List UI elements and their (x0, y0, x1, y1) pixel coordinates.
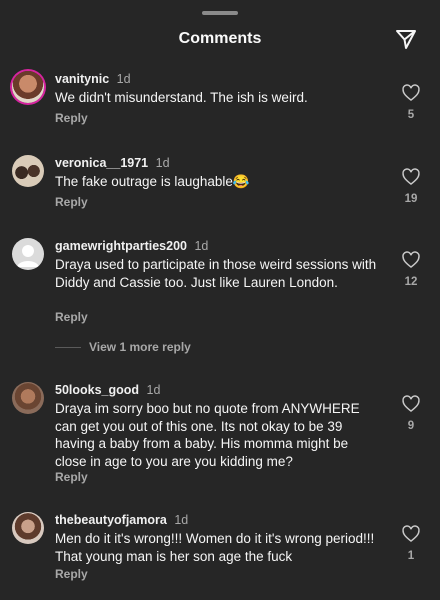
view-more-replies-button[interactable]: View 1 more reply (55, 340, 191, 354)
default-avatar-icon (17, 245, 39, 267)
timestamp: 1d (155, 156, 170, 170)
avatar[interactable] (12, 238, 44, 270)
username[interactable]: vanitynic (55, 72, 109, 86)
comment-text: Draya im sorry boo but no quote from ANY… (55, 401, 360, 469)
reply-button[interactable]: Reply (55, 567, 88, 581)
username[interactable]: thebeautyofjamora (55, 513, 167, 527)
view-more-label: View 1 more reply (89, 340, 191, 354)
divider (55, 347, 81, 349)
heart-icon[interactable] (401, 524, 421, 544)
timestamp: 1d (146, 383, 161, 397)
like-count: 9 (407, 420, 415, 432)
heart-icon[interactable] (401, 394, 421, 414)
comments-header: Comments (0, 0, 440, 66)
username[interactable]: gamewrightparties200 (55, 239, 187, 253)
timestamp: 1d (174, 513, 189, 527)
avatar[interactable] (12, 512, 44, 544)
username[interactable]: veronica__1971 (55, 156, 148, 170)
comment-text: We didn't misunderstand. The ish is weir… (55, 90, 308, 105)
avatar[interactable] (12, 382, 44, 414)
page-title: Comments (178, 30, 262, 47)
heart-icon[interactable] (401, 83, 421, 103)
like-count: 12 (404, 276, 418, 288)
username[interactable]: 50looks_good (55, 383, 139, 397)
reply-button[interactable]: Reply (55, 470, 88, 484)
like-count: 1 (407, 550, 415, 562)
avatar[interactable] (12, 71, 44, 103)
avatar[interactable] (12, 155, 44, 187)
comment-text: Men do it it's wrong!!! Women do it it's… (55, 531, 375, 564)
send-icon[interactable] (394, 27, 418, 51)
heart-icon[interactable] (401, 250, 421, 270)
timestamp: 1d (116, 72, 131, 86)
comment-text: The fake outrage is laughable😂 (55, 174, 250, 189)
reply-button[interactable]: Reply (55, 310, 88, 324)
like-count: 19 (404, 193, 418, 205)
timestamp: 1d (194, 239, 209, 253)
heart-icon[interactable] (401, 167, 421, 187)
reply-button[interactable]: Reply (55, 111, 88, 125)
comment-text: Draya used to participate in those weird… (55, 257, 377, 290)
like-count: 5 (407, 109, 415, 121)
reply-button[interactable]: Reply (55, 195, 88, 209)
